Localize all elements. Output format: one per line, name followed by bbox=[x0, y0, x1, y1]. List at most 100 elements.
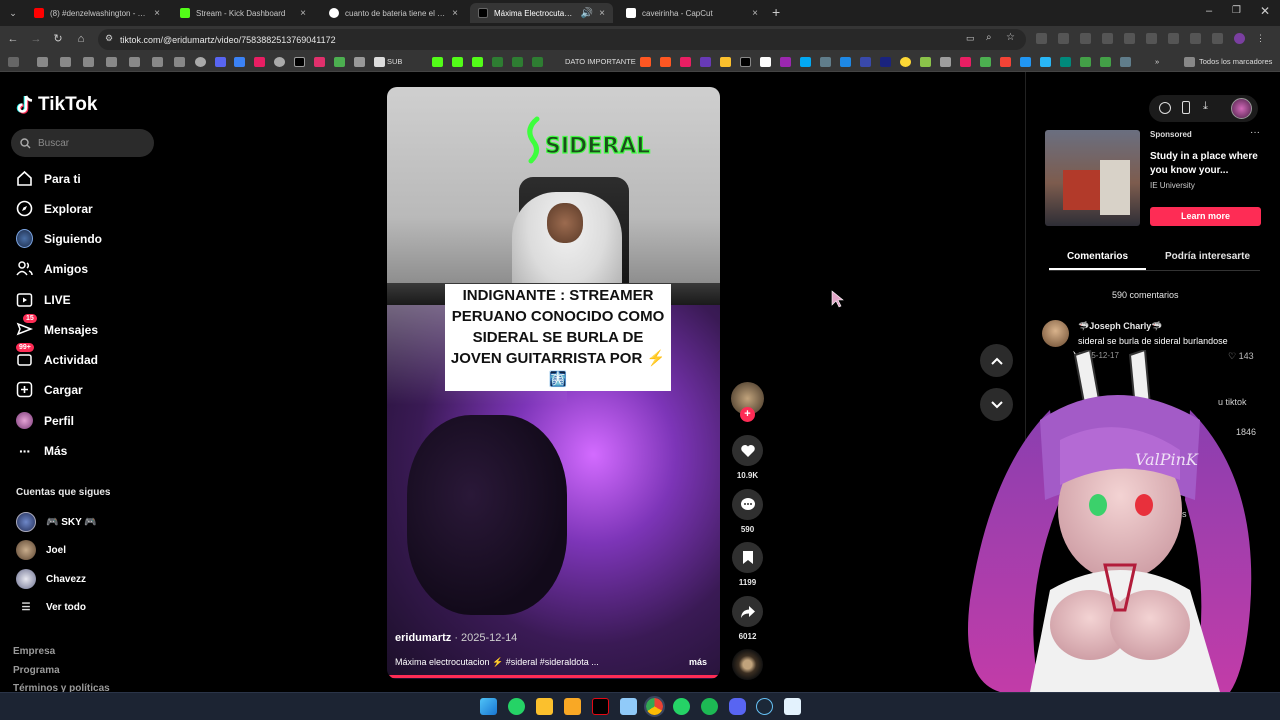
bookmark-icon[interactable] bbox=[1020, 57, 1031, 67]
bookmark-icon[interactable] bbox=[512, 57, 523, 67]
nav-para-ti[interactable]: Para ti bbox=[16, 170, 81, 187]
nav-live[interactable]: LIVE bbox=[16, 291, 71, 308]
spotify-icon[interactable] bbox=[701, 698, 718, 715]
bookmark-icon[interactable] bbox=[940, 57, 951, 67]
bookmark-icon[interactable] bbox=[1120, 57, 1131, 67]
folder-icon[interactable] bbox=[1184, 57, 1195, 67]
all-bookmarks[interactable]: Todos los marcadores bbox=[1199, 57, 1272, 66]
footer-link[interactable]: Empresa bbox=[13, 646, 55, 657]
nav-cargar[interactable]: Cargar bbox=[16, 381, 83, 398]
folder-icon[interactable] bbox=[129, 57, 140, 67]
bookmark-icon[interactable] bbox=[840, 57, 851, 67]
explore-compass-icon[interactable] bbox=[1159, 102, 1171, 114]
new-tab-button[interactable]: + bbox=[772, 4, 780, 20]
folder-icon[interactable] bbox=[37, 57, 48, 67]
comment-button[interactable]: 590 bbox=[731, 489, 764, 534]
close-tab-icon[interactable]: × bbox=[154, 8, 160, 19]
comment-author[interactable]: 🦈Joseph Charly🦈 bbox=[1078, 321, 1162, 332]
following-item[interactable]: 🎮 SKY 🎮 bbox=[16, 512, 97, 532]
bookmark-icon[interactable] bbox=[640, 57, 651, 67]
sticky-notes-icon[interactable] bbox=[536, 698, 553, 715]
more-description-link[interactable]: más bbox=[689, 657, 707, 667]
tab-capcut[interactable]: caveirinha - CapCut × bbox=[618, 3, 766, 23]
reload-icon[interactable]: ↻ bbox=[51, 32, 65, 46]
bookmark-icon[interactable] bbox=[215, 57, 226, 67]
download-icon[interactable]: ⤓ bbox=[1203, 100, 1208, 113]
bookmark-icon[interactable] bbox=[980, 57, 991, 67]
ad-thumbnail[interactable] bbox=[1045, 130, 1140, 226]
bookmark-icon[interactable] bbox=[492, 57, 503, 67]
footer-link[interactable]: Términos y políticas bbox=[13, 683, 110, 692]
bookmark-icon[interactable] bbox=[1100, 57, 1111, 67]
see-all-following[interactable]: ☰ Ver todo bbox=[16, 602, 87, 613]
folder-icon[interactable] bbox=[106, 57, 117, 67]
creator-avatar[interactable]: + bbox=[731, 382, 764, 422]
site-info-icon[interactable]: ⚙ bbox=[105, 33, 113, 44]
bookmark-icon[interactable] bbox=[800, 57, 811, 67]
bookmark-icon[interactable] bbox=[334, 57, 345, 67]
folder-icon[interactable] bbox=[60, 57, 71, 67]
bookmark-icon[interactable] bbox=[254, 57, 265, 67]
bookmark-icon[interactable] bbox=[700, 57, 711, 67]
share-button[interactable]: 6012 bbox=[731, 596, 764, 641]
bookmark-icon[interactable] bbox=[680, 57, 691, 67]
close-tab-icon[interactable]: × bbox=[599, 8, 605, 19]
tab-podria-interesarte[interactable]: Podría interesarte bbox=[1165, 251, 1250, 262]
music-disc-icon[interactable] bbox=[731, 649, 764, 680]
bookmark-icon[interactable] bbox=[920, 57, 931, 67]
bookmark-icon[interactable] bbox=[820, 57, 831, 67]
bookmark-icon[interactable] bbox=[1040, 57, 1051, 67]
like-button[interactable]: 10.9K bbox=[731, 435, 764, 480]
save-button[interactable]: 1199 bbox=[731, 542, 764, 587]
back-icon[interactable]: ← bbox=[6, 32, 20, 46]
bookmark-icon[interactable] bbox=[660, 57, 671, 67]
instagram-icon[interactable] bbox=[314, 57, 325, 67]
bookmark-icon[interactable] bbox=[880, 57, 891, 67]
forward-icon[interactable]: → bbox=[29, 32, 43, 46]
windows-start-icon[interactable] bbox=[480, 698, 497, 715]
install-app-icon[interactable]: ▭ bbox=[966, 33, 975, 44]
bookmark-icon[interactable] bbox=[195, 57, 206, 67]
following-item[interactable]: Joel bbox=[16, 540, 66, 560]
tab-list-dropdown-icon[interactable]: ⌄ bbox=[6, 6, 20, 20]
bookmark-icon[interactable] bbox=[720, 57, 731, 67]
bookmark-icon[interactable] bbox=[960, 57, 971, 67]
bookmark-icon[interactable] bbox=[1080, 57, 1091, 67]
folder-icon[interactable] bbox=[620, 698, 637, 715]
ad-learn-more-button[interactable]: Learn more bbox=[1150, 207, 1261, 226]
bookmark-icon[interactable] bbox=[234, 57, 245, 67]
device-icon[interactable] bbox=[1182, 101, 1190, 114]
zoom-icon[interactable]: ⌕ bbox=[986, 32, 992, 43]
ad-title[interactable]: Study in a place where you know your... bbox=[1150, 150, 1260, 178]
follow-plus-icon[interactable]: + bbox=[740, 407, 755, 422]
comment-avatar[interactable] bbox=[1042, 320, 1069, 347]
bookmark-icon[interactable] bbox=[780, 57, 791, 67]
ad-more-icon[interactable]: ··· bbox=[1250, 127, 1260, 138]
extensions-icons[interactable]: ⋮ bbox=[1036, 33, 1266, 45]
video-progress-bar[interactable] bbox=[387, 675, 720, 678]
nav-mas[interactable]: ··· Más bbox=[16, 442, 67, 459]
kick-bookmark-icon[interactable] bbox=[472, 57, 483, 67]
folder-icon[interactable] bbox=[83, 57, 94, 67]
search-input[interactable]: Buscar bbox=[11, 129, 154, 157]
steam-icon[interactable] bbox=[756, 698, 773, 715]
video-player[interactable]: SIDERAL INDIGNANTE : STREAMER PERUANO CO… bbox=[387, 87, 720, 679]
url-bar[interactable]: ⚙ tiktok.com/@eridumartz/video/758388251… bbox=[98, 29, 1026, 50]
kick-bookmark-icon[interactable] bbox=[432, 57, 443, 67]
following-item[interactable]: Chavezz bbox=[16, 569, 86, 589]
user-avatar[interactable] bbox=[1231, 98, 1252, 119]
bookmark-dato[interactable]: DATO IMPORTANTE bbox=[550, 57, 636, 66]
more-bookmarks-icon[interactable]: » bbox=[1155, 57, 1159, 66]
minimize-button[interactable]: – bbox=[1206, 5, 1212, 17]
close-tab-icon[interactable]: × bbox=[752, 8, 758, 19]
maximize-button[interactable]: ❐ bbox=[1232, 5, 1241, 16]
kick-bookmark-icon[interactable] bbox=[452, 57, 463, 67]
notepad-icon[interactable] bbox=[784, 698, 801, 715]
speaker-icon[interactable]: 🔊 bbox=[581, 8, 593, 19]
nav-amigos[interactable]: Amigos bbox=[16, 260, 88, 277]
bookmark-sub[interactable]: SUB bbox=[387, 57, 402, 66]
author-name[interactable]: eridumartz bbox=[395, 632, 451, 644]
tab-google[interactable]: cuanto de bateria tiene el sams × bbox=[321, 3, 466, 23]
bookmark-star-icon[interactable]: ☆ bbox=[1006, 32, 1015, 43]
tiktok-logo[interactable]: TikTok bbox=[16, 94, 97, 116]
